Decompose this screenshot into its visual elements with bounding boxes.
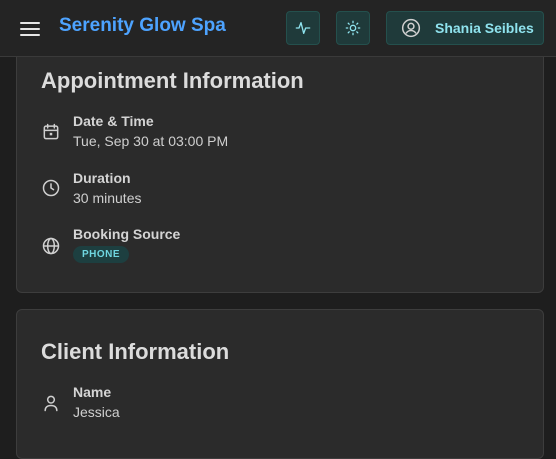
client-name-value: Jessica	[73, 404, 120, 420]
user-name-label: Shania Seibles	[435, 20, 534, 36]
date-time-value: Tue, Sep 30 at 03:00 PM	[73, 133, 229, 149]
booking-source-field: Booking Source PHONE	[41, 226, 521, 266]
client-information-card: Client Information Name Jessica	[16, 309, 544, 459]
duration-field: Duration 30 minutes	[41, 170, 521, 210]
client-name-field: Name Jessica	[41, 384, 521, 424]
sun-icon	[345, 20, 361, 36]
date-time-field: Date & Time Tue, Sep 30 at 03:00 PM	[41, 113, 521, 153]
booking-source-label: Booking Source	[73, 226, 181, 242]
theme-toggle-button[interactable]	[336, 11, 370, 45]
clock-icon	[42, 179, 60, 197]
appointment-information-card: Appointment Information Date & Time Tue,…	[16, 30, 544, 293]
hamburger-menu-icon[interactable]	[18, 17, 42, 41]
activity-pulse-icon	[295, 22, 311, 34]
duration-label: Duration	[73, 170, 131, 186]
brand-title[interactable]: Serenity Glow Spa	[59, 15, 226, 37]
appointment-section-title: Appointment Information	[41, 68, 304, 93]
duration-value: 30 minutes	[73, 190, 142, 206]
date-time-label: Date & Time	[73, 113, 154, 129]
activity-button[interactable]	[286, 11, 320, 45]
booking-source-badge: PHONE	[73, 246, 130, 263]
user-icon	[44, 395, 58, 412]
user-circle-icon	[401, 18, 421, 38]
calendar-icon	[43, 123, 59, 140]
top-navigation-bar: Serenity Glow Spa Shania Seibles	[0, 0, 556, 57]
client-section-title: Client Information	[41, 339, 230, 364]
user-menu-button[interactable]: Shania Seibles	[386, 11, 544, 45]
client-name-label: Name	[73, 384, 112, 400]
globe-icon	[42, 237, 60, 255]
